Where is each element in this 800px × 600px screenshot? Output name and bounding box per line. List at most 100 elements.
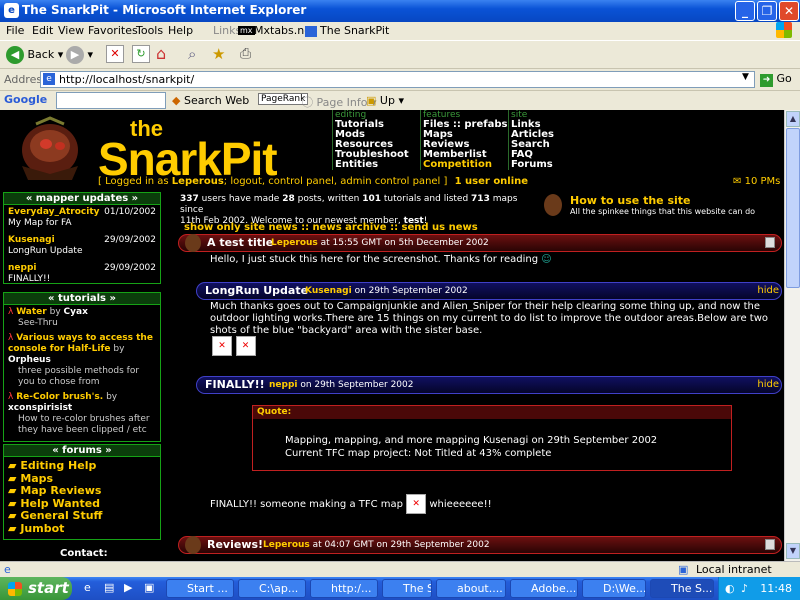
- quote-label: Quote:: [253, 406, 731, 419]
- news-author[interactable]: Leperous: [271, 238, 318, 248]
- tutorials-box: « tutorials » λ Water by Cyax See-Thru λ…: [3, 292, 161, 442]
- users-online-link[interactable]: 1 user online: [455, 176, 528, 187]
- back-arrow-icon: ◀: [6, 46, 24, 64]
- folder-icon: ▰: [8, 459, 17, 472]
- task-folder-we[interactable]: D:\We...: [582, 579, 646, 598]
- task-snarkpit-active[interactable]: The S...: [650, 579, 714, 598]
- news-body: Hello, I just stuck this here for the sc…: [210, 254, 552, 265]
- google-logo[interactable]: Google: [4, 93, 47, 106]
- pm-link[interactable]: ✉ 10 PMs: [733, 176, 780, 187]
- howto-link[interactable]: How to use the site: [570, 194, 690, 207]
- close-button[interactable]: ✕: [779, 1, 799, 21]
- news-title[interactable]: Reviews!: [207, 538, 263, 551]
- forum-jumbot[interactable]: ▰ Jumbot: [8, 522, 156, 536]
- zone-label: Local intranet: [696, 563, 772, 576]
- news-links[interactable]: show only site news :: news archive :: s…: [184, 222, 478, 233]
- media-quicklaunch-icon[interactable]: ▶: [124, 581, 132, 594]
- address-input[interactable]: e http://localhost/snarkpit/: [40, 71, 755, 88]
- search-web-button[interactable]: ◆ Search Web: [172, 94, 249, 107]
- task-start[interactable]: Start ...: [166, 579, 234, 598]
- nav-forums[interactable]: Forums: [511, 160, 578, 170]
- scroll-down-icon[interactable]: ▼: [786, 543, 800, 559]
- mapper-update-item[interactable]: Kusenagi 29/09/2002: [8, 235, 156, 246]
- back-button[interactable]: ◀ Back ▾: [6, 45, 63, 65]
- mxtabs-icon: mx: [238, 26, 255, 35]
- go-button[interactable]: ➜ Go: [760, 72, 792, 87]
- hide-button[interactable]: hide: [757, 285, 779, 296]
- broken-image-icon[interactable]: ✕: [212, 336, 232, 356]
- windows-logo-icon: [776, 22, 792, 38]
- scroll-up-icon[interactable]: ▲: [786, 111, 800, 127]
- menu-help[interactable]: Help: [168, 24, 193, 37]
- refresh-icon[interactable]: ↻: [132, 45, 150, 63]
- menu-file[interactable]: File: [6, 24, 24, 37]
- vertical-scrollbar[interactable]: ▲ ▼: [784, 110, 800, 561]
- pagerank-indicator[interactable]: PageRank: [258, 93, 309, 105]
- login-user-link[interactable]: Leperous: [172, 176, 224, 187]
- task-about[interactable]: about....: [436, 579, 506, 598]
- link-snarkpit[interactable]: The SnarkPit: [320, 24, 389, 37]
- stop-icon[interactable]: ✕: [106, 45, 124, 63]
- forward-button[interactable]: ▶ ▾: [66, 45, 93, 65]
- broken-image-icon[interactable]: ✕: [235, 336, 256, 356]
- maximize-button[interactable]: ❐: [757, 1, 777, 21]
- news-author[interactable]: Kusenagi: [305, 286, 352, 296]
- favorites-icon[interactable]: ★: [212, 45, 230, 63]
- news-title[interactable]: LongRun Update: [205, 284, 308, 297]
- nav-competition[interactable]: Competition: [423, 160, 508, 170]
- task-snarkpit-1[interactable]: The S...: [382, 579, 432, 598]
- tutorial-item[interactable]: λ Various ways to access the console for…: [8, 333, 156, 366]
- news-title[interactable]: A test title: [207, 236, 273, 249]
- menu-bar: File Edit View Favorites Tools Help Link…: [0, 22, 800, 40]
- desktop-quicklaunch-icon[interactable]: ▤: [104, 581, 114, 594]
- print-news-icon[interactable]: [765, 539, 775, 550]
- start-button[interactable]: start: [0, 577, 72, 600]
- news-title[interactable]: FINALLY!!: [205, 378, 265, 391]
- contact-label: Contact:: [60, 548, 108, 559]
- explorer-quicklaunch-icon[interactable]: ▣: [144, 581, 154, 594]
- mapper-updates-box: « mapper updates » Everyday_Atrocity 01/1…: [3, 192, 161, 284]
- minimize-button[interactable]: _: [735, 1, 755, 21]
- home-icon[interactable]: ⌂: [156, 45, 174, 63]
- menu-view[interactable]: View: [58, 24, 84, 37]
- hide-button[interactable]: hide: [757, 379, 779, 390]
- menu-edit[interactable]: Edit: [32, 24, 53, 37]
- mapper-update-item[interactable]: Everyday_Atrocity 01/10/2002: [8, 207, 156, 218]
- tray-icon[interactable]: ♪: [741, 577, 748, 600]
- news-avatar-icon: [185, 536, 201, 554]
- news-author[interactable]: neppi: [269, 380, 297, 390]
- mapper-update-text: FINALLY!!: [8, 274, 51, 284]
- tutorial-item[interactable]: λ Re-Color brush's. by xconspirisist: [8, 392, 156, 414]
- print-icon[interactable]: ⎙: [240, 45, 258, 63]
- news-avatar-icon: [185, 234, 201, 252]
- page-info-icon: ⓘ: [302, 96, 313, 109]
- nav-entities[interactable]: Entities: [335, 160, 417, 170]
- nav-editing: editing Tutorials Mods Resources Trouble…: [332, 110, 417, 170]
- mapper-update-text: LongRun Update: [8, 246, 83, 256]
- mapper-update-text: My Map for FA: [8, 218, 72, 228]
- site-logo-creature[interactable]: [10, 116, 90, 184]
- folder-up-icon: ▣: [366, 94, 377, 107]
- search-icon[interactable]: ⌕: [188, 45, 206, 63]
- tray-icon[interactable]: ◐: [725, 577, 735, 600]
- broken-image-icon[interactable]: ✕: [406, 494, 427, 514]
- news-body: Much thanks goes out to Campaignjunkie a…: [210, 301, 768, 336]
- task-folder-ap[interactable]: C:\ap...: [238, 579, 306, 598]
- clock[interactable]: 11:48: [760, 582, 792, 595]
- mapper-update-item[interactable]: neppi 29/09/2002: [8, 263, 156, 274]
- menu-tools[interactable]: Tools: [136, 24, 163, 37]
- ie-quicklaunch-icon[interactable]: e: [84, 581, 91, 594]
- news-author[interactable]: Leperous: [263, 540, 310, 550]
- address-dropdown-icon[interactable]: ▼: [742, 72, 749, 82]
- menu-favorites[interactable]: Favorites: [88, 24, 138, 37]
- folder-icon: ▰: [8, 471, 17, 485]
- folder-icon: ▰: [8, 496, 17, 510]
- tutorial-item[interactable]: λ Water by Cyax: [8, 307, 156, 318]
- google-search-input[interactable]: [56, 92, 166, 109]
- scroll-thumb[interactable]: [786, 128, 800, 288]
- up-button[interactable]: ▣ Up ▾: [366, 94, 404, 107]
- task-adobe[interactable]: Adobe...: [510, 579, 578, 598]
- print-news-icon[interactable]: [765, 237, 775, 248]
- task-http[interactable]: http:/...: [310, 579, 378, 598]
- page-icon: e: [43, 73, 55, 85]
